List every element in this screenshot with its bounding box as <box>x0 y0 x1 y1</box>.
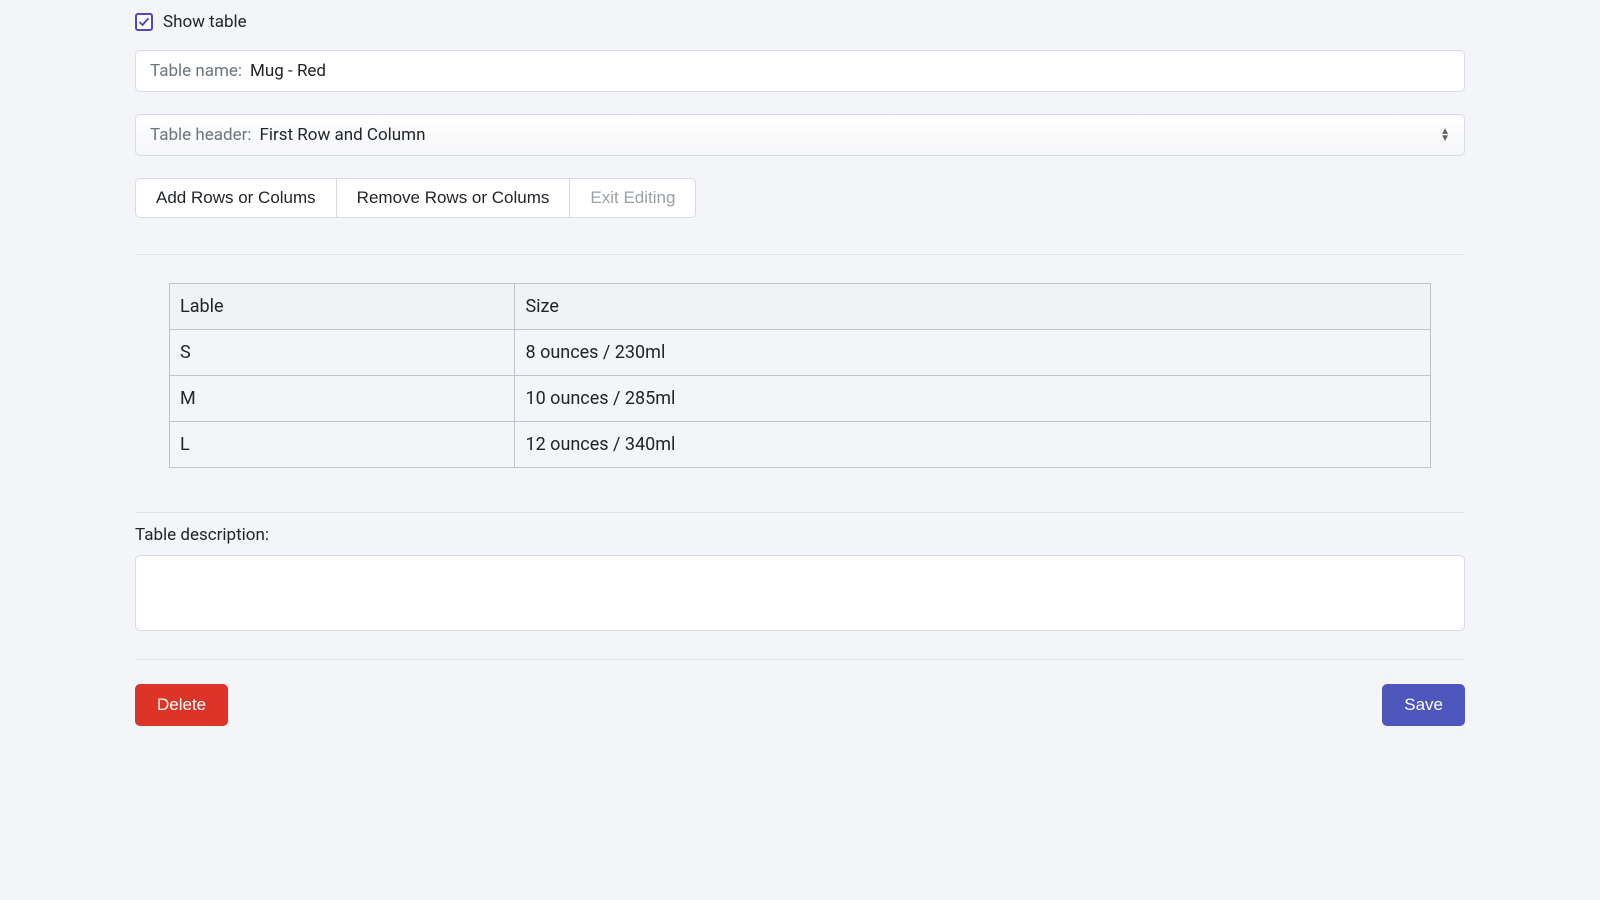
table-header-cell[interactable]: Lable <box>170 284 515 330</box>
table-cell[interactable]: 12 ounces / 340ml <box>515 422 1431 468</box>
table-cell[interactable]: M <box>170 376 515 422</box>
add-rows-cols-button[interactable]: Add Rows or Colums <box>135 178 337 218</box>
check-icon <box>138 16 150 28</box>
table-header-select[interactable]: Table header: First Row and Column ▲▼ <box>135 114 1465 156</box>
table-cell[interactable]: 8 ounces / 230ml <box>515 330 1431 376</box>
divider <box>135 659 1465 660</box>
show-table-label: Show table <box>163 12 247 32</box>
save-button[interactable]: Save <box>1382 684 1465 726</box>
description-textarea[interactable] <box>135 555 1465 631</box>
table-name-field[interactable]: Table name: Mug - Red <box>135 50 1465 92</box>
select-chevrons-icon: ▲▼ <box>1440 128 1450 142</box>
table-row: L 12 ounces / 340ml <box>170 422 1431 468</box>
divider <box>135 512 1465 513</box>
remove-rows-cols-button[interactable]: Remove Rows or Colums <box>337 178 571 218</box>
table-row: M 10 ounces / 285ml <box>170 376 1431 422</box>
delete-button[interactable]: Delete <box>135 684 228 726</box>
table-header-value: First Row and Column <box>259 125 425 145</box>
table-cell[interactable]: 10 ounces / 285ml <box>515 376 1431 422</box>
data-table: Lable Size S 8 ounces / 230ml M 10 ounce… <box>169 283 1431 468</box>
table-header-cell[interactable]: Size <box>515 284 1431 330</box>
table-name-label: Table name: <box>150 61 242 81</box>
description-label: Table description: <box>135 525 1465 545</box>
table-cell[interactable]: L <box>170 422 515 468</box>
table-header-label: Table header: <box>150 125 251 145</box>
exit-editing-button[interactable]: Exit Editing <box>570 178 696 218</box>
table-row: S 8 ounces / 230ml <box>170 330 1431 376</box>
table-cell[interactable]: S <box>170 330 515 376</box>
divider <box>135 254 1465 255</box>
show-table-checkbox[interactable] <box>135 13 153 31</box>
edit-button-group: Add Rows or Colums Remove Rows or Colums… <box>135 178 696 218</box>
table-name-value: Mug - Red <box>250 61 326 81</box>
